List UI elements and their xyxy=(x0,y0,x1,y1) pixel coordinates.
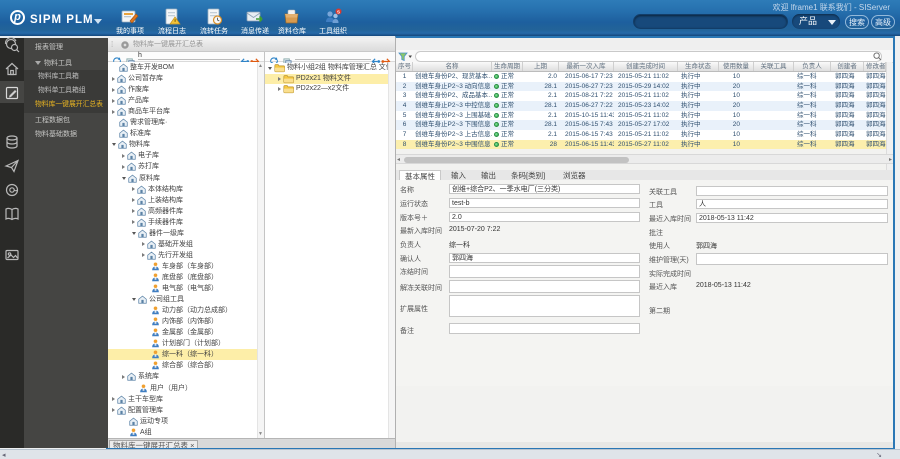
svg-text:S: S xyxy=(337,10,340,15)
